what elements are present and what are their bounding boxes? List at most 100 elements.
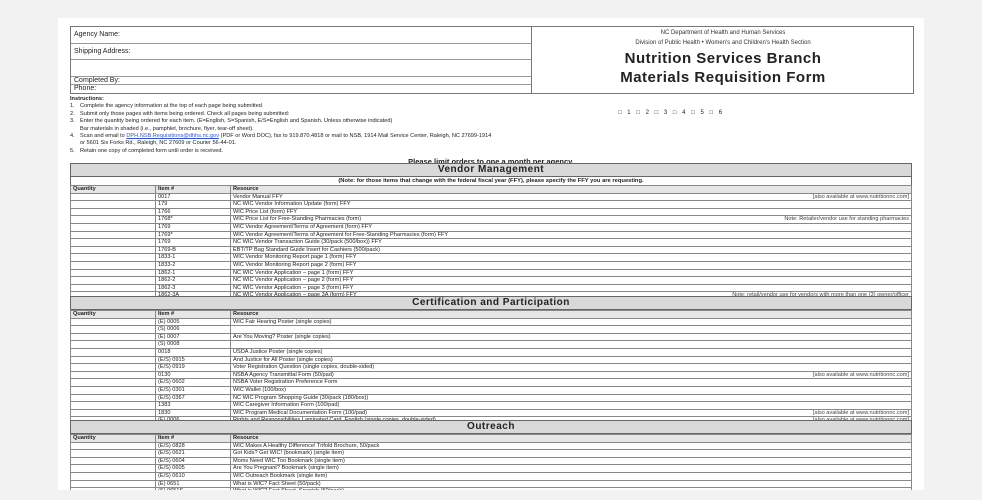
quantity-cell[interactable]	[70, 408, 156, 418]
quantity-cell[interactable]	[70, 456, 156, 466]
resource-note: [also available at www.nutritionnc.com]	[812, 371, 909, 378]
quantity-cell[interactable]	[70, 401, 156, 410]
table-row: (E) 0651 What is WIC? Fact Sheet (50/pack…	[70, 479, 912, 489]
email-link[interactable]: DPH.NSB.Requisitions@dhhs.nc.gov	[126, 133, 219, 139]
table-row: (E/S) 0367 NC WIC Program Shopping Guide …	[70, 393, 912, 403]
quantity-cell[interactable]	[70, 317, 156, 327]
agency-info-block: Agency Name: Shipping Address: Completed…	[71, 27, 532, 93]
quantity-cell[interactable]	[70, 332, 156, 342]
resource-name: Voter Registration Question (single copi…	[233, 364, 375, 371]
quantity-cell[interactable]	[70, 230, 156, 240]
table-row: 1833-1 WIC Vendor Monitoring Report page …	[70, 253, 912, 262]
resource-cell: Vendor Manual FFY [also available at www.…	[230, 192, 912, 202]
quantity-cell[interactable]	[70, 441, 156, 451]
instruction-number: 2.	[70, 110, 75, 117]
shipping-address-field-2[interactable]	[71, 60, 531, 77]
instruction-line: or 5601 Six Forks Rd., Raleigh, NC 27609…	[70, 140, 912, 147]
resource-cell: Are You Pregnant? Bookmark (single item)	[230, 464, 912, 473]
quantity-cell[interactable]	[70, 471, 156, 481]
column-header: Quantity	[70, 185, 156, 194]
shipping-address-field[interactable]: Shipping Address:	[71, 44, 531, 60]
quantity-cell[interactable]	[70, 449, 156, 458]
table-row: 179 NC WIC Vendor Information Update (for…	[70, 200, 912, 209]
item-number: 0018	[155, 347, 231, 357]
quantity-cell[interactable]	[70, 385, 156, 395]
table-header-row: Quantity Item # Resource	[70, 185, 912, 194]
resource-name: And Justice for All Poster (single copie…	[233, 356, 333, 363]
resource-cell: Got Kids? Get WIC! (bookmark) (single it…	[230, 449, 912, 458]
item-number: (E/S) 0828	[155, 441, 231, 451]
resource-name: EBT/TP Bag Standard Guide Insert for Cas…	[233, 246, 380, 253]
form-title-line2: Materials Requisition Form	[620, 69, 826, 86]
table-row: (E/S) 0828 WIC Makes A Healthy Difference…	[70, 441, 912, 451]
quantity-cell[interactable]	[70, 200, 156, 209]
instruction-text: or 5601 Six Forks Rd., Raleigh, NC 27609…	[80, 140, 237, 147]
column-header: Resource	[230, 185, 912, 194]
resource-name: Vendor Manual FFY	[233, 193, 283, 200]
item-number: (E/S) 0604	[155, 456, 231, 466]
resource-name: NC WIC Vendor Application – page 3 (form…	[233, 284, 354, 291]
item-number: 0017	[155, 192, 231, 202]
quantity-cell[interactable]	[70, 268, 156, 278]
quantity-cell[interactable]	[70, 276, 156, 285]
quantity-cell[interactable]	[70, 370, 156, 380]
resource-name: NSBA Agency Transmittal Form (50/pad)	[233, 371, 334, 378]
resource-name: WIC Vendor Agreement/Terms of Agreement …	[233, 231, 449, 238]
quantity-cell[interactable]	[70, 253, 156, 262]
quantity-cell[interactable]	[70, 487, 156, 490]
resource-note: [also available at www.nutritionnc.com]	[812, 193, 909, 200]
section-vendor-management: Vendor Management (Note: for those items …	[70, 163, 912, 316]
section-title: Vendor Management	[70, 163, 912, 177]
table-row: (E/S) 0915 And Justice for All Poster (si…	[70, 355, 912, 365]
table-header-row: Quantity Item # Resource	[70, 310, 912, 319]
item-number: 0130	[155, 370, 231, 380]
quantity-cell[interactable]	[70, 283, 156, 293]
table-row: 1769* WIC Vendor Agreement/Terms of Agree…	[70, 230, 912, 240]
completed-by-field[interactable]: Completed By:	[71, 77, 531, 85]
quantity-cell[interactable]	[70, 340, 156, 349]
resource-cell: WIC Vendor Monitoring Report page 2 (for…	[230, 260, 912, 270]
table-row: (S) 0008	[70, 340, 912, 349]
instruction-line: Bar materials in shaded (i.e., pamphlet,…	[70, 126, 912, 133]
item-number: 1769	[155, 238, 231, 247]
form-title-block: NC Department of Health and Human Servic…	[533, 27, 913, 93]
quantity-cell[interactable]	[70, 215, 156, 224]
quantity-cell[interactable]	[70, 260, 156, 270]
quantity-cell[interactable]	[70, 378, 156, 387]
quantity-cell[interactable]	[70, 393, 156, 403]
quantity-cell[interactable]	[70, 192, 156, 202]
quantity-cell[interactable]	[70, 325, 156, 334]
section-certification-and-participation: Certification and Participation Quantity I…	[70, 296, 912, 433]
quantity-cell[interactable]	[70, 347, 156, 357]
resource-name: NSBA Voter Registration Preference Form	[233, 379, 338, 386]
quantity-cell[interactable]	[70, 464, 156, 473]
quantity-cell[interactable]	[70, 222, 156, 232]
quantity-cell[interactable]	[70, 355, 156, 365]
table-row: 1769 WIC Vendor Agreement/Terms of Agreem…	[70, 222, 912, 232]
quantity-cell[interactable]	[70, 363, 156, 372]
item-number: 1833-2	[155, 260, 231, 270]
item-number: 1862-2	[155, 276, 231, 285]
quantity-cell[interactable]	[70, 479, 156, 489]
quantity-cell[interactable]	[70, 245, 156, 255]
agency-name-field[interactable]: Agency Name:	[71, 27, 531, 44]
table-row: (E/S) 0301 WIC Wallet (100/box)	[70, 385, 912, 395]
table-row: (E/S) 0610 WIC Outreach Bookmark (single …	[70, 471, 912, 481]
resource-cell: EBT/TP Bag Standard Guide Insert for Cas…	[230, 245, 912, 255]
resource-cell: WIC Program Medical Documentation Form (…	[230, 408, 912, 418]
resource-name: Are You Moving? Poster (single copies)	[233, 333, 331, 340]
phone-field[interactable]: Phone:	[71, 85, 531, 93]
resource-cell: NC WIC Vendor Transaction Guide (30/pack…	[230, 238, 912, 247]
table-row: (E) 0007 Are You Moving? Poster (single c…	[70, 332, 912, 342]
table-row: (E/S) 0605 Are You Pregnant? Bookmark (si…	[70, 464, 912, 473]
item-number: 1862-1	[155, 268, 231, 278]
table-row: 0017 Vendor Manual FFY [also available at …	[70, 192, 912, 202]
item-number: (E/S) 0610	[155, 471, 231, 481]
quantity-cell[interactable]	[70, 238, 156, 247]
table-row: 0018 USDA Justice Poster (single copies)	[70, 347, 912, 357]
item-number: 1862-3	[155, 283, 231, 293]
instruction-text: Retain one copy of completed form until …	[80, 147, 224, 154]
quantity-cell[interactable]	[70, 207, 156, 217]
page-checkboxes[interactable]: □ 1 □ 2 □ 3 □ 4 □ 5 □ 6	[618, 110, 724, 117]
materials-table: Quantity Item # Resource (E/S) 0828 WIC Make…	[70, 434, 912, 490]
